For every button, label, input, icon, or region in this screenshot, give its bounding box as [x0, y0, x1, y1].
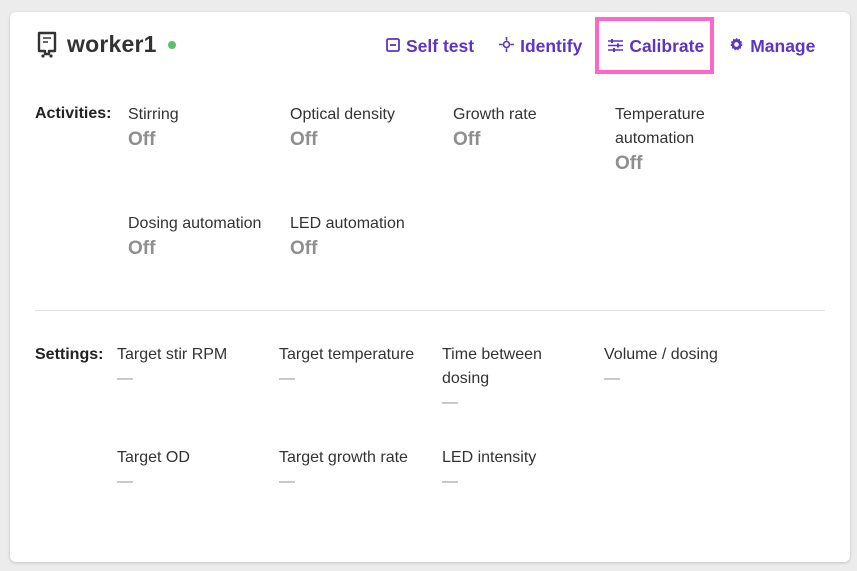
activity-growth-rate: Growth rate Off — [453, 103, 611, 153]
setting-label: Target temperature — [279, 346, 415, 363]
activity-optical-density: Optical density Off — [290, 103, 448, 153]
worker-card: worker1 Self test Identify Calibrate Man… — [10, 12, 850, 562]
section-divider — [35, 310, 825, 311]
settings-label: Settings: — [35, 346, 104, 363]
worker-title: worker1 — [67, 30, 157, 57]
setting-value: — — [279, 473, 295, 490]
setting-label: Volume / dosing — [604, 346, 718, 363]
setting-label: LED intensity — [442, 449, 537, 466]
setting-target-temperature: Target temperature — — [279, 343, 437, 391]
header-actions: Self test Identify Calibrate Manage — [386, 36, 815, 57]
activity-value: Off — [128, 129, 156, 150]
self-test-label: Self test — [406, 36, 475, 56]
setting-led-intensity: LED intensity — — [442, 446, 600, 494]
title-wrap: worker1 — [35, 30, 176, 58]
gear-icon — [729, 36, 750, 57]
crosshair-icon — [499, 36, 520, 57]
activity-value: Off — [290, 129, 318, 150]
calibrate-label: Calibrate — [629, 36, 705, 56]
calibrate-button[interactable]: Calibrate — [608, 36, 704, 57]
identify-button[interactable]: Identify — [499, 36, 582, 57]
activity-led-automation: LED automation Off — [290, 212, 448, 262]
setting-time-between-dosing: Time between dosing — — [442, 343, 572, 415]
activity-label: Growth rate — [453, 106, 537, 123]
setting-label: Target growth rate — [279, 449, 408, 466]
activity-label: Temperature automation — [615, 106, 705, 147]
setting-label: Time between dosing — [442, 346, 542, 387]
status-online-dot — [167, 41, 176, 49]
setting-value: — — [442, 394, 458, 411]
setting-label: Target OD — [117, 449, 190, 466]
setting-value: — — [117, 473, 133, 490]
activity-value: Off — [128, 238, 156, 259]
setting-label: Target stir RPM — [117, 346, 228, 363]
setting-volume-dosing: Volume / dosing — — [604, 343, 762, 391]
setting-value: — — [117, 370, 133, 387]
activity-value: Off — [290, 238, 318, 259]
activity-label: Stirring — [128, 106, 179, 123]
activities-label: Activities: — [35, 105, 112, 122]
card-header: worker1 Self test Identify Calibrate Man… — [10, 12, 850, 82]
rpi-board-icon — [35, 30, 59, 58]
setting-value: — — [604, 370, 620, 387]
manage-label: Manage — [750, 36, 816, 56]
activity-stirring: Stirring Off — [128, 103, 286, 153]
activity-label: LED automation — [290, 215, 405, 232]
activity-label: Dosing automation — [128, 215, 262, 232]
setting-target-growth-rate: Target growth rate — — [279, 446, 437, 494]
identify-label: Identify — [520, 36, 583, 56]
activity-temperature-automation: Temperature automation Off — [615, 103, 735, 177]
tune-sliders-icon — [608, 36, 629, 57]
setting-target-od: Target OD — — [117, 446, 275, 494]
self-test-button[interactable]: Self test — [386, 36, 474, 57]
activity-value: Off — [453, 129, 481, 150]
activity-dosing-automation: Dosing automation Off — [128, 212, 286, 262]
manage-button[interactable]: Manage — [729, 36, 815, 57]
checkbox-minus-icon — [386, 36, 406, 57]
setting-value: — — [442, 473, 458, 490]
setting-target-stir-rpm: Target stir RPM — — [117, 343, 275, 391]
activity-value: Off — [615, 153, 643, 174]
activity-label: Optical density — [290, 106, 395, 123]
setting-value: — — [279, 370, 295, 387]
